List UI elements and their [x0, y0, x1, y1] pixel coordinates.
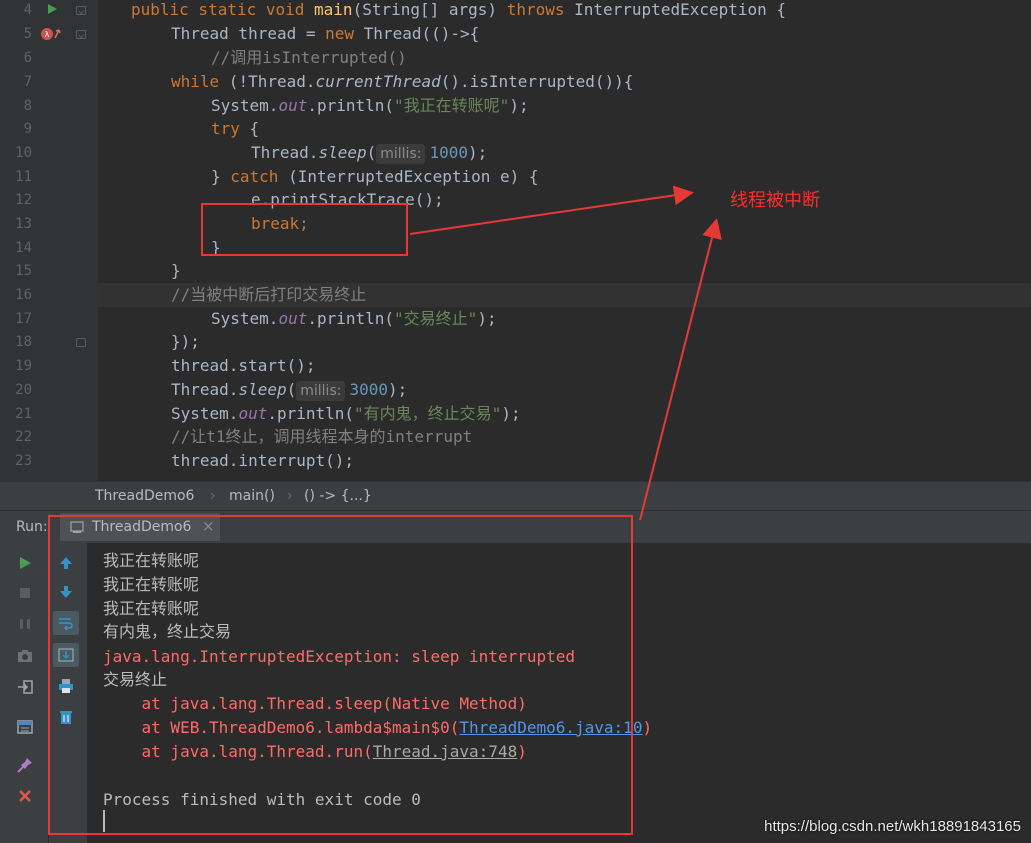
code-line-10: Thread.sleep(millis: 1000); — [251, 143, 488, 164]
code-line-23: thread.interrupt(); — [171, 451, 355, 470]
line-number: 22 — [15, 429, 32, 445]
code-line-15: } — [171, 261, 181, 280]
line-number: 5 — [23, 26, 32, 42]
code-line-19: thread.start(); — [171, 356, 316, 375]
code-line-8: System.out.println("我正在转账呢"); — [211, 96, 529, 115]
line-number: 13 — [15, 216, 32, 232]
line-number: 15 — [15, 263, 32, 279]
camera-icon[interactable] — [12, 644, 38, 668]
code-line-18: }); — [171, 332, 200, 351]
breadcrumb-separator: › — [287, 488, 293, 504]
fold-end-marker-icon[interactable] — [76, 338, 86, 347]
line-number: 17 — [15, 311, 32, 327]
annotation-box-break — [201, 203, 408, 256]
breadcrumb-file[interactable]: ThreadDemo6 — [95, 488, 194, 504]
code-line-17: System.out.println("交易终止"); — [211, 309, 497, 328]
annotation-label: 线程被中断 — [730, 190, 820, 211]
pin-icon[interactable] — [12, 753, 38, 777]
line-number: 6 — [23, 50, 32, 66]
line-number: 7 — [23, 74, 32, 90]
run-panel-label: Run: — [16, 519, 48, 535]
parameter-hint: millis: — [296, 381, 346, 401]
editor-gutter: 4 5 6 7 8 9 10 11 12 13 14 15 16 17 18 1… — [0, 0, 98, 481]
parameter-hint: millis: — [376, 144, 426, 164]
line-number: 20 — [15, 382, 32, 398]
line-number: 18 — [15, 334, 32, 350]
stop-icon[interactable] — [12, 581, 38, 605]
watermark: https://blog.csdn.net/wkh18891843165 — [764, 818, 1021, 835]
lambda-breakpoint-icon[interactable]: λ — [40, 26, 62, 42]
code-line-21: System.out.println("有内鬼，终止交易"); — [171, 404, 521, 423]
line-number: 14 — [15, 240, 32, 256]
line-number: 21 — [15, 406, 32, 422]
svg-text:λ: λ — [45, 30, 50, 39]
code-line-22: //让t1终止，调用线程本身的interrupt — [171, 427, 473, 446]
fold-marker-icon[interactable] — [76, 6, 86, 15]
code-line-16: //当被中断后打印交易终止 — [171, 285, 367, 304]
code-editor[interactable]: 4 5 6 7 8 9 10 11 12 13 14 15 16 17 18 1… — [0, 0, 1031, 481]
run-gutter-icon[interactable] — [46, 3, 58, 15]
run-toolbar-left — [0, 543, 49, 843]
line-number: 4 — [23, 2, 32, 18]
code-line-11: } catch (InterruptedException e) { — [211, 167, 539, 186]
code-line-4: public static void main(String[] args) t… — [131, 0, 787, 19]
breadcrumb-lambda[interactable]: () -> {...} — [304, 488, 372, 504]
breadcrumb-method[interactable]: main() — [229, 488, 275, 504]
layout-icon[interactable] — [12, 715, 38, 739]
line-number: 12 — [15, 192, 32, 208]
line-number: 10 — [15, 145, 32, 161]
run-icon[interactable] — [12, 551, 38, 575]
line-number: 8 — [23, 98, 32, 114]
breadcrumb-separator: › — [210, 488, 216, 504]
line-number: 11 — [15, 169, 32, 185]
line-number: 19 — [15, 358, 32, 374]
annotation-box-console — [48, 515, 633, 835]
fold-marker-icon[interactable] — [76, 30, 86, 39]
code-line-20: Thread.sleep(millis: 3000); — [171, 380, 408, 401]
code-line-6: //调用isInterrupted() — [211, 48, 407, 67]
code-line-7: while (!Thread.currentThread().isInterru… — [171, 72, 634, 91]
line-number: 9 — [23, 121, 32, 137]
close-icon[interactable] — [12, 784, 38, 808]
exit-icon[interactable] — [12, 675, 38, 699]
breadcrumb: ThreadDemo6 › main() › () -> {...} — [0, 481, 1031, 510]
line-number: 23 — [15, 453, 32, 469]
pause-icon[interactable] — [12, 612, 38, 636]
code-line-5: Thread thread = new Thread(()->{ — [171, 24, 480, 43]
line-number: 16 — [15, 287, 32, 303]
code-line-9: try { — [211, 119, 260, 138]
